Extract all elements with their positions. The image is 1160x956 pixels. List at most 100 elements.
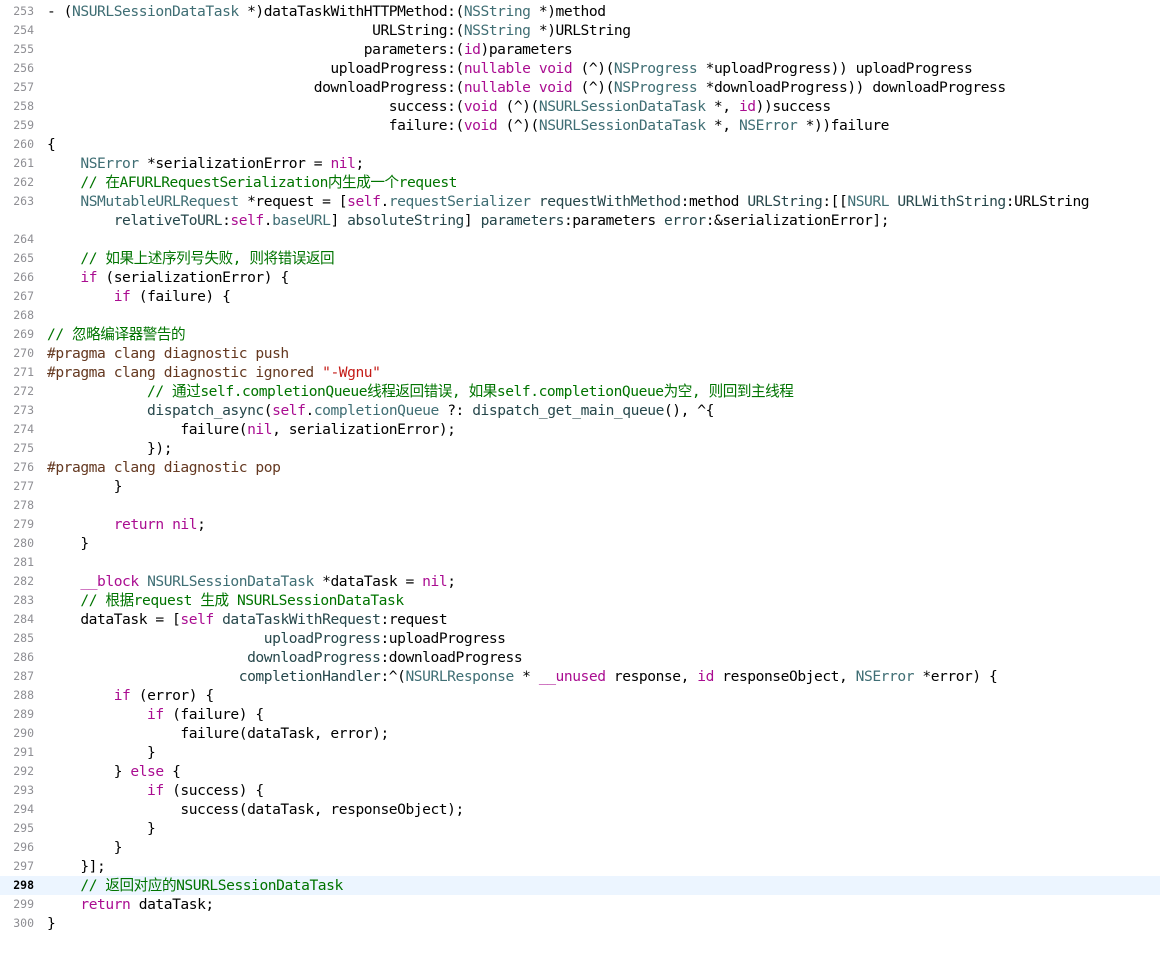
code-line[interactable]: 285 uploadProgress:uploadProgress	[0, 629, 1160, 648]
code-line-current[interactable]: 298 // 返回对应的NSURLSessionDataTask	[0, 876, 1160, 895]
code-text: downloadProgress:(nullable void (^)(NSPr…	[47, 78, 1006, 97]
code-line[interactable]: 280 }	[0, 534, 1160, 553]
code-line[interactable]: 272 // 通过self.completionQueue线程返回错误, 如果s…	[0, 382, 1160, 401]
code-text: }];	[47, 857, 105, 876]
code-token: #pragma clang diagnostic pop	[47, 459, 281, 476]
code-token: void	[538, 79, 573, 96]
code-line[interactable]: 273 dispatch_async(self.completionQueue …	[0, 401, 1160, 420]
code-token: *)method	[530, 3, 606, 20]
code-line[interactable]: 278	[0, 496, 1160, 515]
code-token: __unused	[538, 668, 606, 685]
code-line[interactable]: 284 dataTask = [self dataTaskWithRequest…	[0, 610, 1160, 629]
code-line[interactable]: 296 }	[0, 838, 1160, 857]
code-line[interactable]: 268	[0, 306, 1160, 325]
code-line[interactable]: 266 if (serializationError) {	[0, 268, 1160, 287]
code-line[interactable]: 292 } else {	[0, 762, 1160, 781]
code-line[interactable]: 265 // 如果上述序列号失败, 则将错误返回	[0, 249, 1160, 268]
code-token: NSError	[738, 117, 798, 134]
line-number: 291	[13, 745, 34, 759]
code-line[interactable]: 295 }	[0, 819, 1160, 838]
code-line[interactable]: 299 return dataTask;	[0, 895, 1160, 914]
code-token: dispatch_get_main_queue	[472, 402, 664, 419]
code-line[interactable]: 255 parameters:(id)parameters	[0, 40, 1160, 59]
code-line[interactable]: 275 });	[0, 439, 1160, 458]
code-line[interactable]: 263 NSMutableURLRequest *request = [self…	[0, 192, 1160, 230]
code-line[interactable]: 256 uploadProgress:(nullable void (^)(NS…	[0, 59, 1160, 78]
code-token: NSString	[463, 3, 531, 20]
code-token: requestWithMethod	[538, 193, 681, 210]
code-line[interactable]: 282 __block NSURLSessionDataTask *dataTa…	[0, 572, 1160, 591]
code-text: #pragma clang diagnostic pop	[47, 458, 281, 477]
code-line[interactable]: 269 // 忽略编译器警告的	[0, 325, 1160, 344]
code-line[interactable]: 260 {	[0, 135, 1160, 154]
code-token: }];	[47, 858, 106, 875]
code-text: {	[47, 135, 56, 154]
code-token: parameters:(	[47, 41, 464, 58]
code-line[interactable]: 283 // 根据request 生成 NSURLSessionDataTask	[0, 591, 1160, 610]
code-token: failure(dataTask, error);	[47, 725, 389, 742]
code-line[interactable]: 264	[0, 230, 1160, 249]
code-line[interactable]: 297 }];	[0, 857, 1160, 876]
code-line[interactable]: 277 }	[0, 477, 1160, 496]
code-line[interactable]: 279 return nil;	[0, 515, 1160, 534]
code-line[interactable]: 257 downloadProgress:(nullable void (^)(…	[0, 78, 1160, 97]
code-token: *	[513, 668, 539, 685]
line-number: 299	[13, 897, 34, 911]
code-line[interactable]: 271 #pragma clang diagnostic ignored "-Wg…	[0, 363, 1160, 382]
code-token: }	[47, 820, 156, 837]
code-text: // 根据request 生成 NSURLSessionDataTask	[47, 591, 404, 610]
code-editor[interactable]: 253- (NSURLSessionDataTask *)dataTaskWit…	[0, 2, 1160, 933]
code-token: downloadProgress	[247, 649, 381, 666]
code-token: // 如果上述序列号失败, 则将错误返回	[80, 250, 335, 267]
code-token: , serializationError);	[272, 421, 456, 438]
code-text: dispatch_async(self.completionQueue ?: d…	[47, 401, 714, 420]
code-token: *downloadProgress)) downloadProgress	[697, 79, 1007, 96]
code-token: nil	[330, 155, 356, 172]
code-line[interactable]: 300}	[0, 914, 1160, 933]
code-line[interactable]: 261 NSError *serializationError = nil;	[0, 154, 1160, 173]
code-line[interactable]: 253 - (NSURLSessionDataTask *)dataTaskWit…	[0, 2, 1160, 21]
line-number: 292	[13, 764, 34, 778]
code-token: }	[47, 839, 123, 856]
code-text: // 如果上述序列号失败, 则将错误返回	[47, 249, 334, 268]
code-line[interactable]: 274 failure(nil, serializationError);	[0, 420, 1160, 439]
line-number: 288	[13, 688, 34, 702]
code-line[interactable]: 276 #pragma clang diagnostic pop	[0, 458, 1160, 477]
code-line[interactable]: 262 // 在AFURLRequestSerialization内生成一个re…	[0, 173, 1160, 192]
code-line[interactable]: 289 if (failure) {	[0, 705, 1160, 724]
line-number: 298	[13, 878, 34, 892]
code-line[interactable]: 287 completionHandler:^(NSURLResponse * …	[0, 667, 1160, 686]
code-line[interactable]: 270 #pragma clang diagnostic push	[0, 344, 1160, 363]
code-token: ?:	[438, 402, 473, 419]
code-line[interactable]: 267 if (failure) {	[0, 287, 1160, 306]
code-line[interactable]: 259 failure:(void (^)(NSURLSessionDataTa…	[0, 116, 1160, 135]
code-line[interactable]: 288 if (error) {	[0, 686, 1160, 705]
code-text: }	[47, 743, 156, 762]
code-token: "-Wgnu"	[322, 364, 381, 381]
code-line[interactable]: 258 success:(void (^)(NSURLSessionDataTa…	[0, 97, 1160, 116]
line-number: 290	[13, 726, 34, 740]
code-line[interactable]: 254 URLString:(NSString *)URLString	[0, 21, 1160, 40]
code-line[interactable]: 286 downloadProgress:downloadProgress	[0, 648, 1160, 667]
code-token: response,	[605, 668, 698, 685]
code-token: self	[347, 193, 381, 210]
code-token: uploadProgress:(	[47, 60, 464, 77]
line-number: 277	[13, 479, 34, 493]
code-line[interactable]: 281	[0, 553, 1160, 572]
code-line[interactable]: 294 success(dataTask, responseObject);	[0, 800, 1160, 819]
line-number: 258	[13, 99, 34, 113]
code-line[interactable]: 293 if (success) {	[0, 781, 1160, 800]
code-line[interactable]: 291 }	[0, 743, 1160, 762]
code-token: NSMutableURLRequest	[80, 193, 239, 210]
code-line[interactable]: 290 failure(dataTask, error);	[0, 724, 1160, 743]
code-token: parameters	[480, 212, 565, 229]
